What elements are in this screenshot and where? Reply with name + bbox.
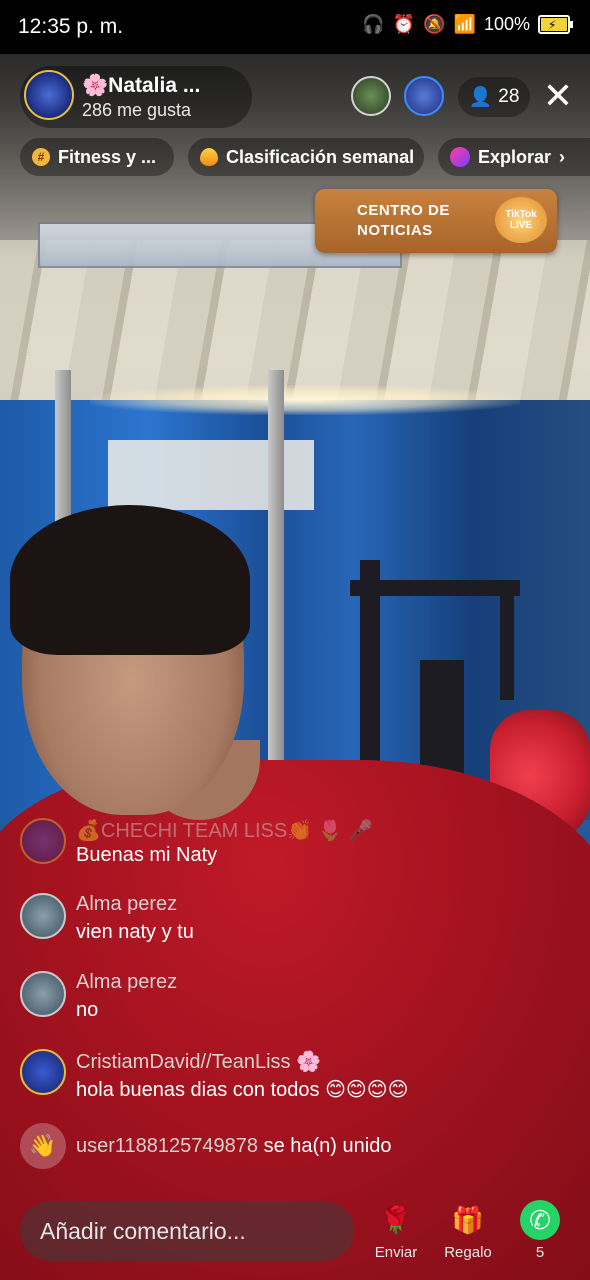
gift-button[interactable]: 🎁 Regalo [433,1200,503,1262]
wifi-icon: 📶 [453,14,476,34]
chip-weekly-ranking[interactable]: Clasificación semanal [188,138,424,176]
whatsapp-share-button[interactable]: ✆ 5 [505,1200,575,1261]
person-icon: 👤 [468,87,493,108]
comment-input[interactable]: Añadir comentario... [20,1201,354,1261]
headphones-icon: 🎧 [362,14,385,34]
video-post [268,370,284,770]
chip-explore[interactable]: Explorar › [438,138,590,176]
chat-username: Alma perez [76,971,178,993]
video-ceiling-glow [90,385,520,415]
host-likes: 286 me gusta [82,100,192,120]
host-name: 🌸Natalia ... [82,74,201,97]
tiktok-live-badge: TikTok LIVE [495,197,547,243]
video-post [55,370,71,530]
video-gym-machine [500,590,514,700]
status-bar: 12:35 p. m. 🎧 ⏰ 🔕 📶 100% ⚡ [0,0,590,54]
close-icon[interactable]: ✕ [540,78,576,114]
chip-fitness[interactable]: # Fitness y ... [20,138,174,176]
viewer-count: 28 [498,86,520,107]
flame-icon [200,148,218,166]
chevron-right-icon: › [559,146,566,167]
viewer-count-button[interactable]: 👤 28 [458,77,530,117]
gift-icon: 🎁 [451,1204,485,1235]
video-person-hair [10,505,250,655]
chat-text: vien naty y tu [76,921,194,943]
chat-text: hola buenas dias con todos 😊😊😊😊 [76,1079,409,1101]
hashtag-icon: # [32,148,50,166]
chat-username: Alma perez [76,893,178,915]
send-label: Enviar [374,1244,418,1261]
chip-label: Clasificación semanal [226,146,415,167]
status-icons: 🎧 ⏰ 🔕 📶 100% ⚡ [362,14,573,35]
battery-icon: ⚡ [538,15,573,34]
chat-avatar[interactable] [20,818,66,864]
chat-username: 💰CHECHI TEAM LISS👏 🌷 🎤 [76,820,374,842]
alarm-icon: ⏰ [392,14,416,34]
gift-label: Regalo [444,1244,492,1261]
host-profile[interactable]: 🌸Natalia ... 286 me gusta [20,66,252,128]
join-action: se ha(n) unido [258,1135,392,1157]
news-title: CENTRO DE NOTICIAS [357,202,450,239]
battery-percent: 100% [483,14,530,34]
news-center-banner[interactable]: CENTRO DE NOTICIAS TikTok LIVE [315,189,557,253]
mute-bell-icon: 🔕 [423,14,446,34]
chat-avatar[interactable] [20,971,66,1017]
share-count: 5 [535,1244,545,1261]
chat-avatar[interactable] [20,893,66,939]
chip-label: Fitness y ... [58,146,157,167]
top-viewer-avatar[interactable] [404,76,444,116]
rose-icon: 🌹 [379,1204,413,1235]
chat-username: CristiamDavid//TeanLiss 🌸 [76,1051,321,1073]
whatsapp-icon: ✆ [520,1200,560,1240]
join-text: user1188125749878 se ha(n) unido [76,1135,391,1158]
wave-hand-icon: 👋 [20,1123,66,1169]
chat-text: Buenas mi Naty [76,844,218,866]
video-gym-machine [350,580,520,596]
chat-avatar[interactable] [20,1049,66,1095]
chat-text: no [76,999,99,1021]
send-rose-button[interactable]: 🌹 Enviar [361,1200,431,1262]
join-username[interactable]: user1188125749878 [76,1135,258,1157]
top-viewer-avatar[interactable] [351,76,391,116]
status-time: 12:35 p. m. [18,15,124,38]
explore-icon [450,147,470,167]
chip-label: Explorar [478,146,552,167]
host-avatar[interactable] [24,70,74,120]
